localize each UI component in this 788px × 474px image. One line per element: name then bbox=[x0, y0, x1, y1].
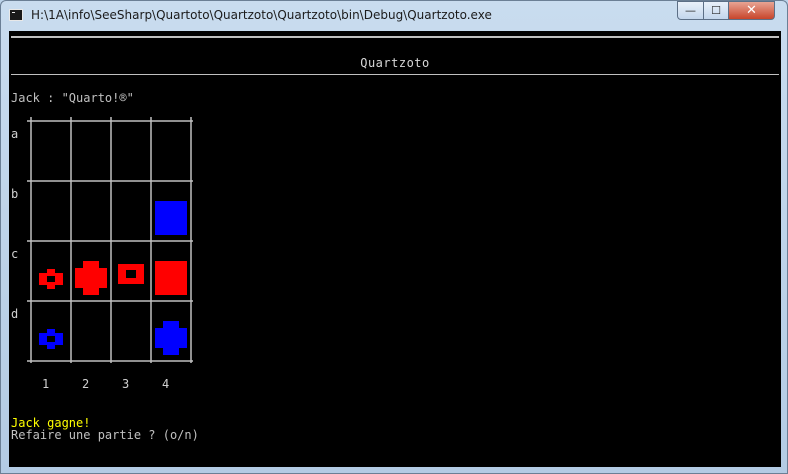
console-window: H:\1A\info\SeeSharp\Quartoto\Quartzoto\Q… bbox=[0, 0, 788, 474]
row-label-c: c bbox=[11, 247, 19, 261]
col-label-3: 3 bbox=[122, 377, 130, 391]
col-label-2: 2 bbox=[82, 377, 90, 391]
minimize-button[interactable]: — bbox=[677, 1, 704, 20]
board-pieces bbox=[39, 201, 187, 355]
piece-d1 bbox=[39, 329, 63, 349]
close-button[interactable]: ✕ bbox=[728, 1, 775, 20]
title-bar[interactable]: H:\1A\info\SeeSharp\Quartoto\Quartzoto\Q… bbox=[1, 1, 787, 31]
col-label-1: 1 bbox=[42, 377, 50, 391]
piece-d4 bbox=[155, 321, 187, 355]
piece-c2 bbox=[75, 261, 107, 295]
maximize-button[interactable]: ☐ bbox=[703, 1, 729, 20]
row-label-a: a bbox=[11, 127, 19, 141]
console-area[interactable]: Quartzoto Jack : "Quarto!®" Jack gagne! … bbox=[9, 31, 781, 467]
game-board bbox=[27, 117, 193, 363]
row-label-d: d bbox=[11, 307, 19, 321]
piece-c4 bbox=[155, 261, 187, 295]
replay-prompt: Refaire une partie ? (o/n) bbox=[11, 428, 199, 442]
piece-c3 bbox=[118, 264, 144, 284]
piece-b4 bbox=[155, 201, 187, 235]
col-label-4: 4 bbox=[162, 377, 170, 391]
row-label-b: b bbox=[11, 187, 19, 201]
piece-c1 bbox=[39, 269, 63, 289]
console-app-icon[interactable] bbox=[9, 9, 23, 21]
window-title: H:\1A\info\SeeSharp\Quartoto\Quartzoto\Q… bbox=[31, 8, 492, 22]
